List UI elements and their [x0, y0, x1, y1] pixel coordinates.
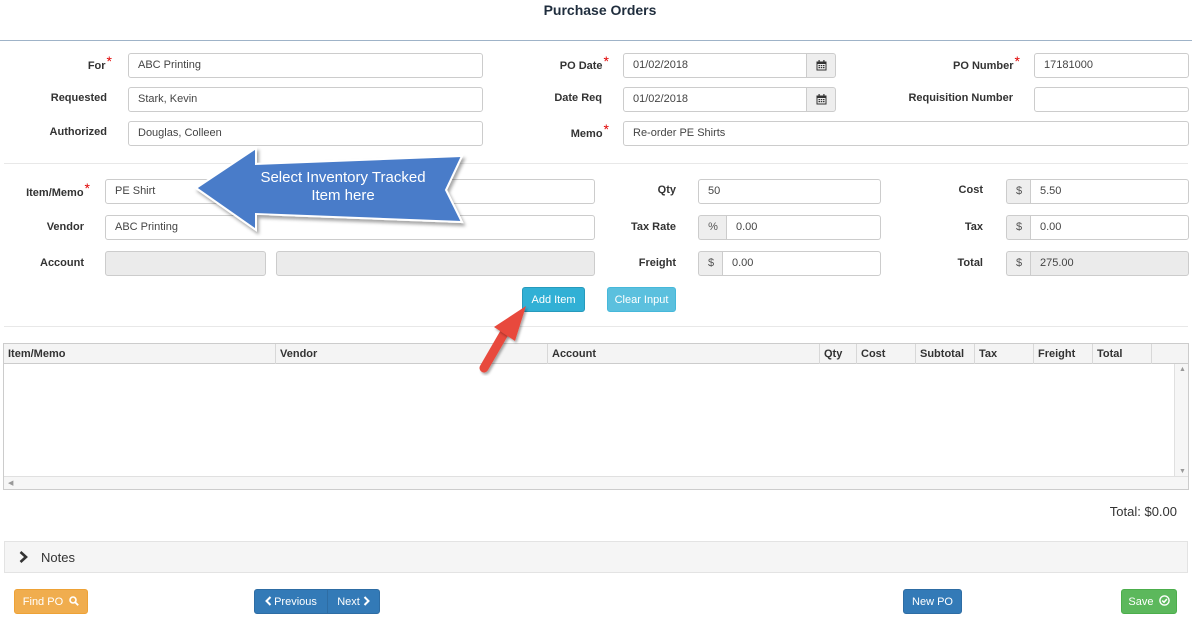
requested-input[interactable]: Stark, Kevin — [128, 87, 483, 112]
memo-input[interactable]: Re-order PE Shirts — [623, 121, 1189, 146]
required-marker: * — [603, 121, 609, 137]
date-req-label: Date Req — [554, 92, 602, 104]
pointer-arrow-annotation — [479, 306, 526, 373]
callout-line: Select Inventory Tracked — [260, 169, 426, 186]
total-label: Total — [957, 257, 983, 269]
chevron-right-icon — [363, 596, 370, 606]
grand-total: Total: $0.00 — [1109, 504, 1177, 519]
grid-vertical-scrollbar[interactable]: ▲ ▼ — [1174, 364, 1188, 477]
requisition-number-label: Requisition Number — [908, 92, 1013, 104]
po-date-calendar-button[interactable] — [806, 53, 836, 78]
grid-column-header[interactable]: Qty — [820, 344, 857, 364]
chevron-right-icon — [19, 551, 28, 563]
find-po-button[interactable]: Find PO — [14, 589, 88, 614]
requested-label: Requested — [50, 92, 107, 104]
required-marker: * — [603, 53, 609, 69]
check-circle-icon — [1158, 595, 1170, 606]
freight-input[interactable]: 0.00 — [722, 251, 881, 276]
save-button[interactable]: Save — [1121, 589, 1177, 614]
items-grid: Item/Memo Vendor Account Qty Cost Subtot… — [3, 343, 1189, 490]
required-marker: * — [84, 180, 90, 196]
item-memo-label: Item/Memo* — [26, 180, 90, 199]
callout-line: Item here — [311, 187, 375, 204]
percent-addon: % — [698, 215, 727, 240]
for-input[interactable]: ABC Printing — [128, 53, 483, 78]
tax-label: Tax — [964, 221, 983, 233]
qty-input[interactable]: 50 — [698, 179, 881, 204]
grid-column-header[interactable]: Item/Memo — [4, 344, 276, 364]
calendar-icon — [816, 94, 826, 105]
vendor-label: Vendor — [46, 221, 84, 233]
po-number-label: PO Number* — [953, 53, 1020, 72]
total-input: 275.00 — [1030, 251, 1189, 276]
dollar-addon: $ — [698, 251, 723, 276]
notes-label: Notes — [41, 550, 75, 565]
grid-horizontal-scrollbar[interactable]: ◀ — [4, 476, 1188, 489]
next-button[interactable]: Next — [327, 589, 380, 614]
grid-column-header[interactable]: Tax — [975, 344, 1034, 364]
page-title: Purchase Orders — [543, 2, 657, 18]
clear-input-button[interactable]: Clear Input — [607, 287, 676, 312]
section-divider — [4, 326, 1188, 327]
search-icon — [69, 596, 80, 606]
po-date-label: PO Date* — [559, 53, 609, 72]
calendar-icon — [816, 60, 826, 71]
freight-label: Freight — [638, 257, 676, 269]
grid-header: Item/Memo Vendor Account Qty Cost Subtot… — [4, 344, 1188, 364]
dollar-addon: $ — [1006, 215, 1031, 240]
po-date-input[interactable]: 01/02/2018 — [623, 53, 807, 78]
requisition-number-input[interactable] — [1034, 87, 1189, 112]
scroll-up-icon: ▲ — [1179, 366, 1186, 373]
account-description-input — [276, 251, 595, 276]
tax-rate-label: Tax Rate — [630, 221, 676, 233]
grid-column-header[interactable]: Subtotal — [916, 344, 975, 364]
qty-label: Qty — [657, 184, 676, 196]
memo-label: Memo* — [570, 121, 609, 140]
scroll-left-icon: ◀ — [8, 480, 14, 487]
chevron-left-icon — [265, 596, 272, 606]
tax-rate-input[interactable]: 0.00 — [726, 215, 881, 240]
for-label: For* — [87, 53, 112, 72]
account-code-input — [105, 251, 266, 276]
account-label: Account — [40, 257, 84, 269]
cost-input[interactable]: 5.50 — [1030, 179, 1189, 204]
authorized-label: Authorized — [49, 126, 107, 138]
required-marker: * — [1014, 53, 1020, 69]
grid-column-header[interactable]: Total — [1093, 344, 1152, 364]
previous-button[interactable]: Previous — [254, 589, 328, 614]
grid-column-header[interactable]: Freight — [1034, 344, 1093, 364]
date-req-calendar-button[interactable] — [806, 87, 836, 112]
tax-input[interactable]: 0.00 — [1030, 215, 1189, 240]
title-divider — [0, 40, 1192, 41]
dollar-addon: $ — [1006, 251, 1031, 276]
callout-text: Select Inventory Tracked Item here — [250, 169, 436, 205]
new-po-button[interactable]: New PO — [903, 589, 962, 614]
cost-label: Cost — [958, 184, 983, 196]
dollar-addon: $ — [1006, 179, 1031, 204]
date-req-input[interactable]: 01/02/2018 — [623, 87, 807, 112]
po-number-input[interactable]: 17181000 — [1034, 53, 1189, 78]
required-marker: * — [106, 53, 112, 69]
notes-panel-toggle[interactable]: Notes — [4, 541, 1188, 573]
scroll-down-icon: ▼ — [1179, 468, 1186, 475]
grid-column-header[interactable]: Account — [548, 344, 820, 364]
section-divider — [4, 163, 1188, 164]
grid-column-header[interactable]: Cost — [857, 344, 916, 364]
